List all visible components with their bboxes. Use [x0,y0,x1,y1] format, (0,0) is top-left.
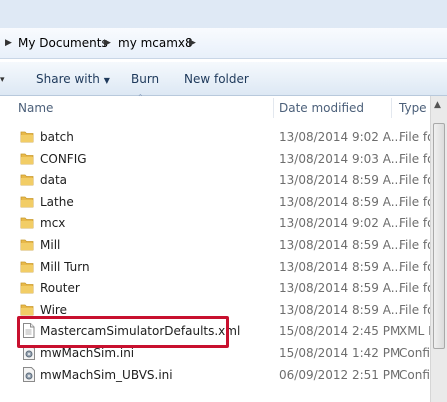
folder-icon [20,130,34,146]
folder-row[interactable]: data 13/08/2014 8:59 A... File fo [0,170,434,191]
folder-icon [20,173,34,189]
command-toolbar: ▾ Share with ▼ Burn New folder [0,62,447,96]
breadcrumb-root-chevron-icon[interactable]: ▶ [5,36,12,50]
folder-icon [20,281,34,297]
share-with-button[interactable]: Share with ▼ [36,72,110,88]
breadcrumb-item-my-mcamx8[interactable]: my mcamx8 [118,36,193,50]
column-divider[interactable] [273,98,274,118]
new-folder-button[interactable]: New folder [184,72,249,86]
scrollbar-thumb[interactable] [433,123,445,349]
file-date-modified: 15/08/2014 2:45 PM [279,324,401,339]
file-date-modified: 13/08/2014 8:59 A... [279,173,403,188]
file-date-modified: 13/08/2014 8:59 A... [279,281,403,296]
file-date-modified: 13/08/2014 8:59 A... [279,238,403,252]
folder-icon [20,152,34,168]
file-name: data [40,173,68,188]
folder-icon [20,195,34,211]
annotation-highlight-box [17,316,229,348]
file-name: mwMachSim_UBVS.ini [40,367,173,382]
folder-row[interactable]: batch 13/08/2014 9:02 A... File fo [0,127,434,148]
folder-row[interactable]: Mill Turn 13/08/2014 8:59 A... File fo [0,257,434,278]
window-top-strip [0,0,447,28]
file-name: mwMachSim.ini [40,346,135,360]
column-header-date-modified[interactable]: Date modified [279,101,364,115]
file-row[interactable]: mwMachSim_UBVS.ini 06/09/2012 2:51 PM Conf… [0,365,430,386]
address-bar[interactable]: ▶ My Documents ▶ my mcamx8 ▶ [0,28,447,59]
file-name: Router [40,281,80,296]
column-header-name[interactable]: Name [18,101,53,115]
folder-row[interactable]: Mill 13/08/2014 8:59 A... File fo [0,235,434,256]
file-name: mcx [40,216,66,231]
file-name: batch [40,130,74,144]
file-type: Confi [399,346,430,360]
file-type: Confi [399,367,430,382]
folder-row[interactable]: CONFIG 13/08/2014 9:03 A... File fo [0,149,434,170]
folder-icon [20,216,34,232]
column-divider[interactable] [391,98,392,118]
scroll-up-icon[interactable]: ▲ [434,100,441,110]
column-header: ⌃ Name Date modified Type [0,93,430,120]
file-date-modified: 13/08/2014 8:59 A... [279,259,403,274]
file-name: Mill Turn [40,259,90,274]
burn-button[interactable]: Burn [131,72,159,86]
dropdown-arrow-icon: ▼ [103,76,110,85]
file-date-modified: 06/09/2012 2:51 PM [279,367,401,382]
sort-ascending-icon: ⌃ [137,93,144,102]
column-header-type[interactable]: Type [399,101,427,115]
folder-icon [20,260,34,276]
breadcrumb-item-my-documents[interactable]: My Documents [18,36,108,50]
file-name: CONFIG [40,151,87,166]
file-date-modified: 15/08/2014 1:42 PM [279,346,401,360]
file-date-modified: 13/08/2014 8:59 A... [279,302,403,317]
breadcrumb-chevron-icon[interactable]: ▶ [189,36,196,50]
folder-row[interactable]: mcx 13/08/2014 9:02 A... File fo [0,213,434,234]
file-date-modified: 13/08/2014 9:03 A... [279,151,403,166]
file-date-modified: 13/08/2014 9:02 A... [279,130,403,144]
vertical-scrollbar[interactable]: ▲ [430,96,447,402]
folder-row[interactable]: Lathe 13/08/2014 8:59 A... File fo [0,192,434,213]
breadcrumb-chevron-icon[interactable]: ▶ [104,36,111,50]
file-name: Mill [40,238,61,252]
toolbar-left-chevron-icon[interactable]: ▾ [0,73,5,87]
folder-row[interactable]: Router 13/08/2014 8:59 A... File fo [0,278,434,299]
config-file-icon [22,366,36,385]
file-name: Lathe [40,194,74,209]
file-date-modified: 13/08/2014 8:59 A... [279,194,403,209]
folder-icon [20,238,34,254]
file-name: Wire [40,302,67,317]
file-date-modified: 13/08/2014 9:02 A... [279,216,403,231]
